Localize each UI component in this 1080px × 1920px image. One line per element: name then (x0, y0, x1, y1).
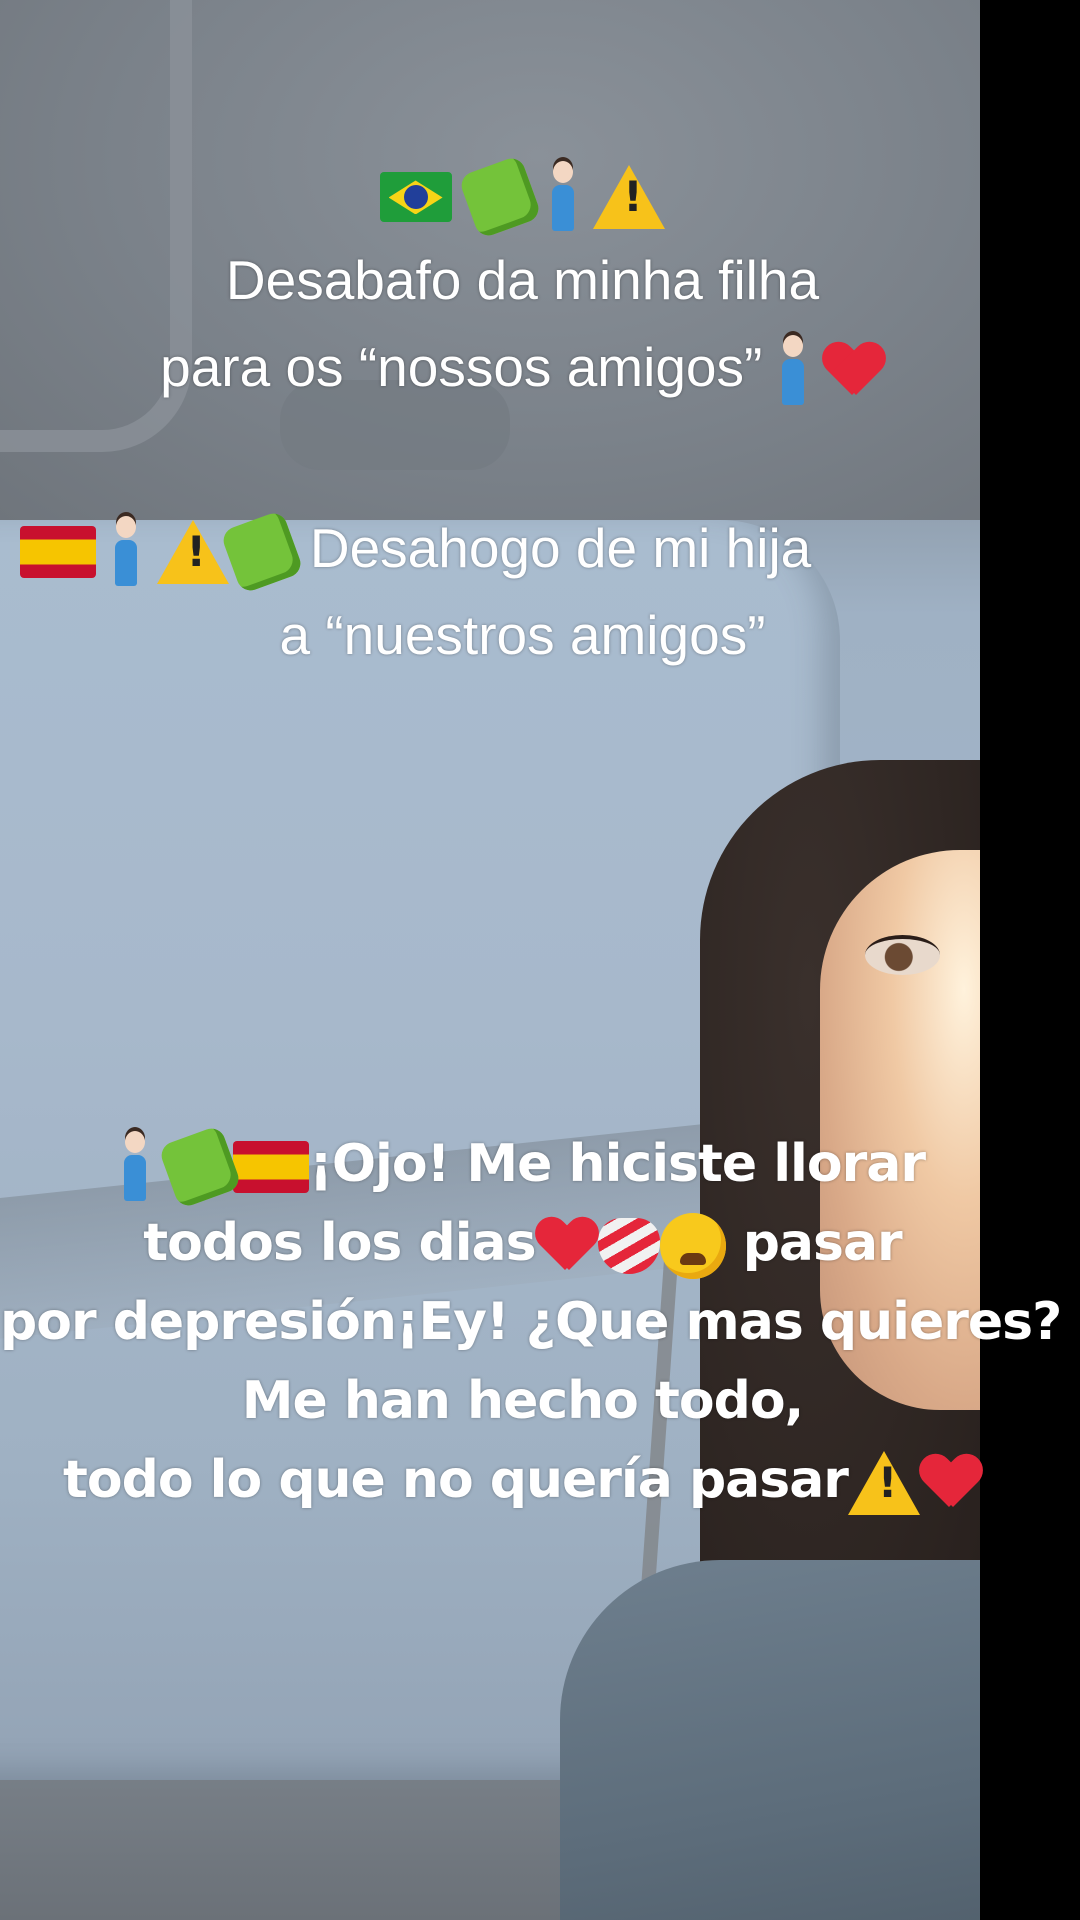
broken-heart-icon (823, 343, 885, 399)
spain-flag-icon (233, 1141, 310, 1193)
caption-text: todos los dias (143, 1213, 536, 1273)
caption-line: Me han hecho todo, (241, 1371, 805, 1431)
woman-icon (778, 335, 808, 407)
puzzle-piece-icon (219, 510, 304, 595)
caption-lyrics: ¡Ojo! Me hiciste llorar todos los dias p… (0, 1124, 1062, 1520)
caption-line: todos los dias pasar (0, 1204, 1045, 1283)
puzzle-piece-icon (457, 155, 543, 240)
eye (865, 935, 940, 975)
warning-icon (593, 165, 666, 230)
broken-heart-icon (920, 1455, 982, 1511)
caption-line: ¡Ojo! Me hiciste llorar (0, 1124, 1045, 1210)
brazil-flag-icon (379, 172, 452, 223)
caption-text: Desahogo de mi hija (309, 517, 812, 579)
caption-line: todo lo que no quería pasar (0, 1441, 1045, 1520)
warning-icon (847, 1451, 920, 1515)
caption-portuguese: Desabafo da minha filha para os “nossos … (0, 150, 1045, 411)
caption-spanish: Desahogo de mi hija a “nuestros amigos” (0, 505, 1045, 679)
caption-line: por depresión¡Ey! ¿Que mas quieres? (0, 1292, 1062, 1352)
caption-line: Desahogo de mi hija (0, 505, 1045, 595)
spain-flag-icon (20, 526, 96, 579)
caption-line: para os “nossos amigos” (0, 324, 1045, 411)
hoodie (560, 1560, 980, 1920)
caption-emoji-row (0, 150, 1045, 240)
puzzle-piece-icon (157, 1124, 243, 1210)
caption-line: Desabafo da minha filha (225, 249, 820, 311)
warning-icon (156, 520, 229, 585)
caption-line: a “nuestros amigos” (279, 604, 766, 666)
tired-face-icon (659, 1213, 726, 1279)
caption-text: ¡Ojo! Me hiciste llorar (309, 1134, 926, 1194)
mending-heart-icon (597, 1218, 660, 1274)
caption-text: para os “nossos amigos” (160, 336, 763, 398)
broken-heart-icon (536, 1218, 598, 1274)
woman-icon (120, 1131, 150, 1203)
caption-text: todo lo que no quería pasar (63, 1450, 849, 1510)
woman-icon (111, 516, 141, 588)
woman-icon (548, 161, 578, 233)
caption-text: pasar (742, 1213, 903, 1273)
